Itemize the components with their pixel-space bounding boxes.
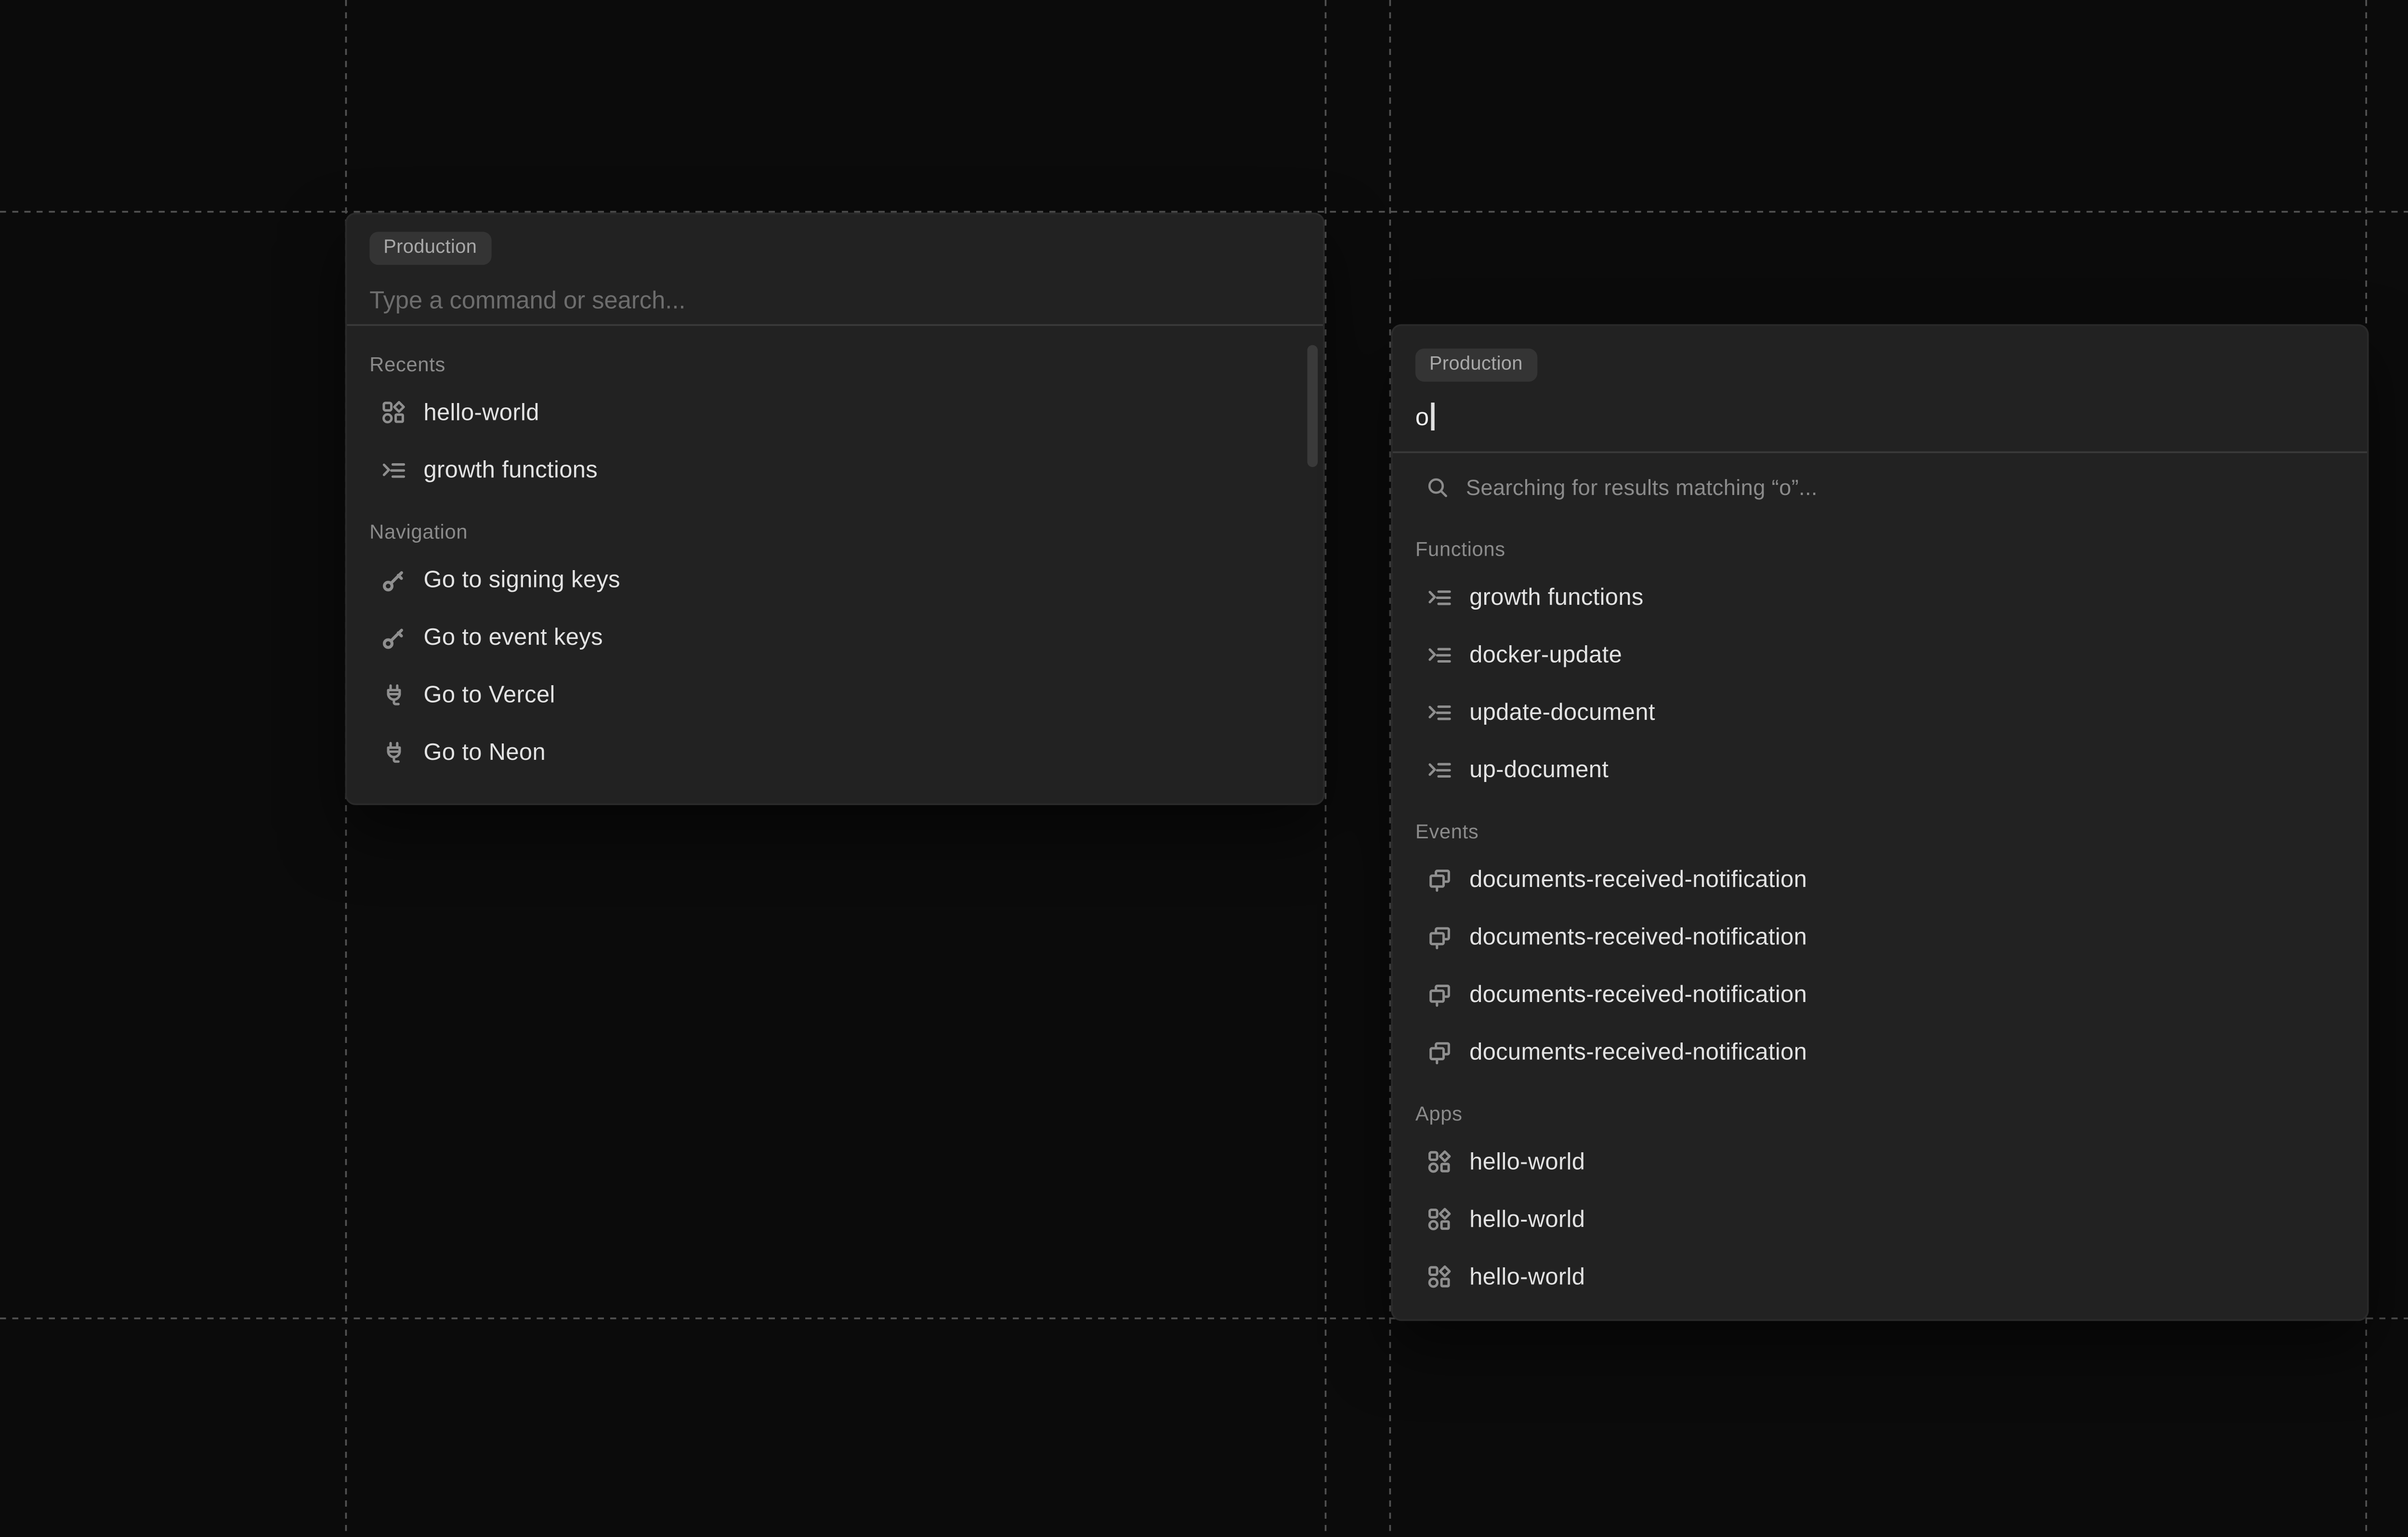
command-item-label: hello-world [1469, 1148, 1585, 1174]
command-item[interactable]: up-document [1393, 741, 2367, 798]
command-item-label: documents-received-notification [1469, 924, 1807, 950]
command-list: Searching for results matching “o”... Fu… [1393, 453, 2367, 1305]
section-title: Apps [1415, 1103, 2344, 1128]
command-item[interactable]: hello-world [1393, 1248, 2367, 1305]
key-icon [382, 567, 406, 592]
command-item-label: growth functions [1469, 584, 1644, 610]
scrollbar-thumb[interactable] [1307, 345, 1318, 467]
apps-icon [1427, 1264, 1452, 1289]
search-status-text: Searching for results matching “o”... [1466, 475, 1818, 499]
function-icon [1427, 585, 1452, 609]
section-title: Events [1415, 821, 2344, 846]
key-icon [382, 625, 406, 650]
windows-icon [1427, 925, 1452, 949]
command-item[interactable]: documents-received-notification [1393, 965, 2367, 1023]
command-search-input[interactable] [369, 286, 1300, 316]
apps-icon [1427, 1149, 1452, 1174]
text-cursor [1432, 402, 1434, 430]
command-item[interactable]: Go to signing keys [347, 551, 1323, 608]
command-search-input-value: o [1415, 402, 1429, 430]
apps-icon [1427, 1207, 1452, 1231]
command-item-label: growth functions [423, 456, 598, 482]
command-item-label: hello-world [423, 399, 539, 425]
command-item[interactable]: Go to event keys [347, 608, 1323, 665]
command-item[interactable]: hello-world [1393, 1190, 2367, 1248]
section-title: Recents [369, 354, 1300, 378]
environment-badge[interactable]: Production [1415, 349, 1537, 382]
command-item[interactable]: Go to Vercel [347, 666, 1323, 723]
command-item[interactable]: update-document [1393, 683, 2367, 741]
plug-icon [382, 740, 406, 764]
function-icon [382, 457, 406, 482]
command-item[interactable]: documents-received-notification [1393, 908, 2367, 965]
command-item[interactable]: growth functions [1393, 568, 2367, 625]
plug-icon [382, 682, 406, 707]
command-item-label: up-document [1469, 756, 1609, 782]
command-item-label: hello-world [1469, 1263, 1585, 1290]
section-title: Functions [1415, 538, 2344, 563]
function-icon [1427, 700, 1452, 724]
command-item[interactable]: documents-received-notification [1393, 850, 2367, 908]
command-item-label: docker-update [1469, 641, 1622, 667]
command-item[interactable]: docker-update [1393, 625, 2367, 683]
command-item[interactable]: hello-world [1393, 1133, 2367, 1190]
command-palette-right: Production o Searching for results match… [1391, 324, 2369, 1321]
command-list: Recents hello-world growth functions Naviga… [347, 326, 1323, 781]
search-status: Searching for results matching “o”... [1393, 458, 2367, 516]
command-item[interactable]: hello-world [347, 383, 1323, 441]
search-icon [1426, 475, 1451, 499]
command-palette-left: Production Recents hello-world growth func… [345, 213, 1325, 806]
command-item-label: Go to event keys [423, 624, 602, 650]
command-item[interactable]: documents-received-notification [1393, 1023, 2367, 1081]
apps-icon [382, 400, 406, 425]
environment-badge[interactable]: Production [369, 232, 491, 265]
function-icon [1427, 642, 1452, 667]
windows-icon [1427, 1040, 1452, 1064]
command-item-label: documents-received-notification [1469, 1039, 1807, 1065]
command-item-label: documents-received-notification [1469, 981, 1807, 1007]
windows-icon [1427, 867, 1452, 892]
command-item-label: hello-world [1469, 1206, 1585, 1232]
grid-line-vertical [1325, 0, 1327, 1537]
command-search-input[interactable]: o [1415, 401, 2344, 430]
command-item[interactable]: Go to Neon [347, 723, 1323, 781]
command-item-label: update-document [1469, 699, 1655, 725]
command-item-label: Go to Neon [423, 739, 546, 765]
command-item-label: Go to signing keys [423, 566, 620, 592]
function-icon [1427, 757, 1452, 782]
windows-icon [1427, 982, 1452, 1006]
page-background: Production Recents hello-world growth func… [0, 0, 2408, 1537]
command-item-label: Go to Vercel [423, 681, 555, 707]
command-item[interactable]: growth functions [347, 441, 1323, 498]
section-title: Navigation [369, 521, 1300, 546]
command-item-label: documents-received-notification [1469, 866, 1807, 892]
